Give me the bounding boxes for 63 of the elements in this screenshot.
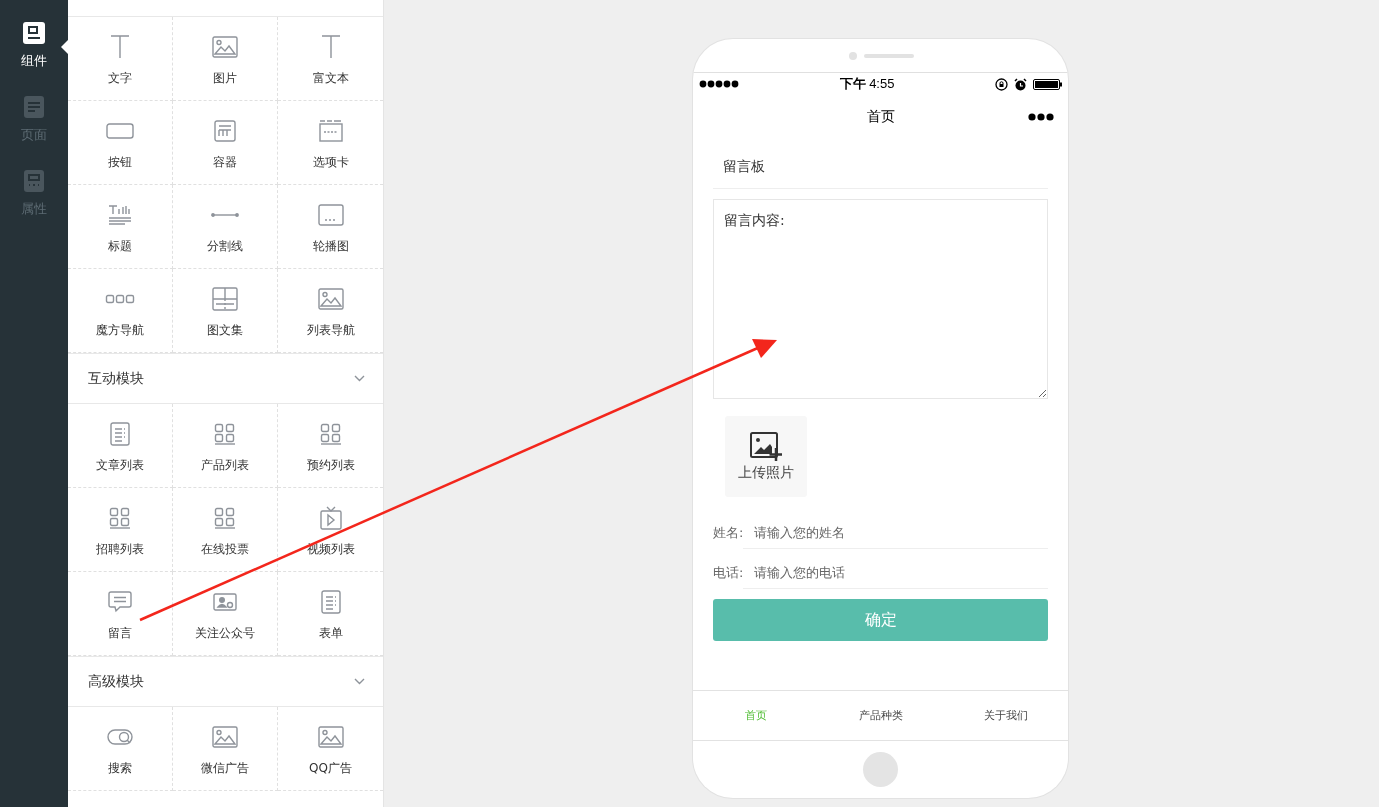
component-tile[interactable]: 分割线 bbox=[173, 185, 278, 269]
chevron-down-icon[interactable] bbox=[354, 375, 365, 382]
profile-card-icon bbox=[213, 593, 237, 611]
comment-icon bbox=[108, 591, 132, 613]
signal-dots-icon bbox=[699, 80, 739, 88]
status-time: 下午 4:55 bbox=[839, 75, 895, 93]
component-tile[interactable]: 招聘列表 bbox=[68, 488, 173, 572]
document-list-icon bbox=[110, 422, 130, 446]
component-tile[interactable]: 文章列表 bbox=[68, 404, 173, 488]
tab-icon bbox=[318, 119, 343, 143]
image-icon bbox=[212, 726, 238, 748]
document-icon bbox=[21, 94, 47, 120]
section-title: 互动模块 bbox=[88, 369, 144, 388]
image-icon bbox=[212, 36, 238, 58]
document-list-icon bbox=[320, 590, 341, 614]
section-title: 高级模块 bbox=[88, 672, 144, 691]
container-icon bbox=[214, 120, 236, 142]
text-icon bbox=[110, 35, 130, 59]
component-tile[interactable]: 按钮 bbox=[68, 101, 173, 185]
video-tv-icon bbox=[319, 506, 342, 530]
add-image-icon bbox=[750, 431, 782, 462]
tab-bar-item[interactable]: 关于我们 bbox=[943, 691, 1068, 740]
image-icon bbox=[317, 726, 344, 748]
carousel-icon bbox=[317, 204, 344, 226]
search-toggle-icon bbox=[107, 729, 133, 745]
component-tile[interactable]: 产品列表 bbox=[173, 404, 278, 488]
message-field[interactable]: 留言内容: bbox=[713, 199, 1048, 399]
component-tile[interactable]: 关注公众号 bbox=[173, 572, 278, 656]
component-tile[interactable]: 在线投票 bbox=[173, 488, 278, 572]
four-squares-icon bbox=[319, 423, 342, 445]
more-dots-icon[interactable] bbox=[1028, 113, 1054, 121]
field-label: 电话: bbox=[713, 564, 744, 582]
camera-speaker-icon bbox=[847, 50, 914, 61]
tab-bar-item[interactable]: 产品种类 bbox=[818, 691, 943, 740]
upload-photo-button[interactable]: 上传照片 bbox=[725, 416, 807, 497]
component-tile[interactable]: 图文集 bbox=[173, 269, 278, 353]
form-title: 留言板 bbox=[713, 148, 1048, 189]
component-tile[interactable]: 魔方导航 bbox=[68, 269, 173, 353]
page-title: 首页 bbox=[866, 107, 895, 126]
component-tile[interactable]: 标题 bbox=[68, 185, 173, 269]
title-heading-icon bbox=[107, 204, 133, 226]
gallery-grid-icon bbox=[212, 287, 238, 311]
component-tile[interactable]: 文字 bbox=[68, 17, 173, 101]
image-icon bbox=[317, 288, 344, 310]
component-tile[interactable]: 搜索 bbox=[68, 707, 173, 791]
panel-icon bbox=[21, 168, 47, 194]
four-squares-icon bbox=[214, 507, 236, 529]
four-squares-icon bbox=[214, 423, 236, 445]
divider-line-icon bbox=[211, 212, 239, 218]
rotation-lock-icon bbox=[995, 77, 1008, 91]
button-icon bbox=[106, 123, 134, 139]
chevron-down-icon[interactable] bbox=[354, 678, 365, 685]
component-tile[interactable]: 留言 bbox=[68, 572, 173, 656]
field-label: 姓名: bbox=[713, 524, 744, 542]
component-tile[interactable]: 微信广告 bbox=[173, 707, 278, 791]
component-tile[interactable]: 图片 bbox=[173, 17, 278, 101]
battery-icon bbox=[1033, 78, 1062, 90]
alarm-clock-icon bbox=[1014, 77, 1027, 91]
component-icon bbox=[21, 20, 47, 46]
text-icon bbox=[320, 35, 341, 59]
three-squares-icon bbox=[105, 294, 135, 304]
component-tile[interactable]: 容器 bbox=[173, 101, 278, 185]
four-squares-icon bbox=[109, 507, 131, 529]
